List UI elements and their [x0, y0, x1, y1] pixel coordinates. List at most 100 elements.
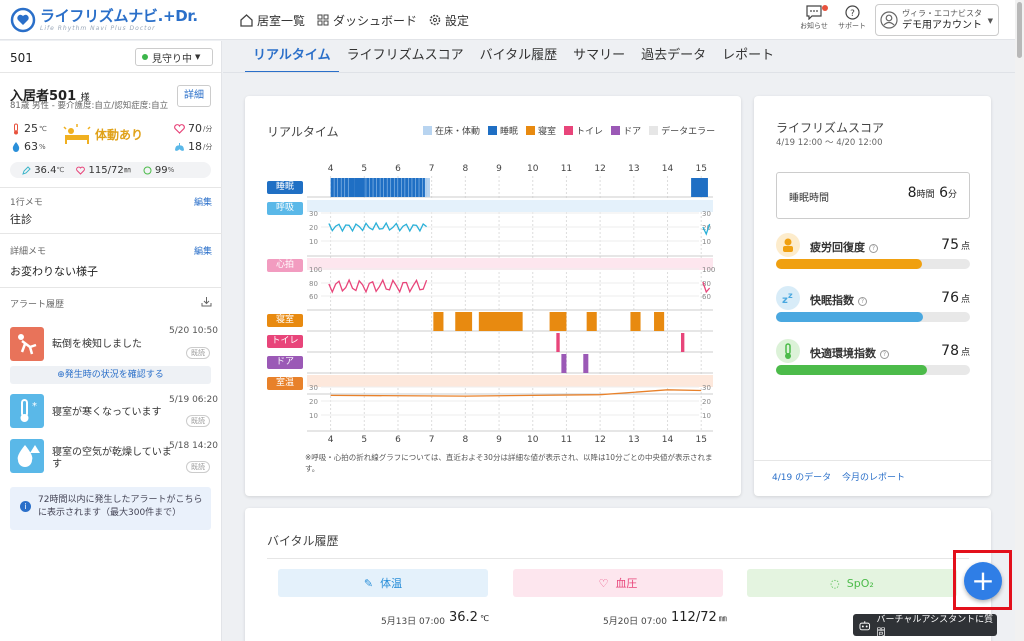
- breath-rate: 18/分: [174, 140, 212, 153]
- bedroom-block: [478, 312, 523, 331]
- user-icon: [880, 11, 898, 29]
- heart-icon: [174, 123, 185, 134]
- sleep-time-label: 睡眠時間: [789, 193, 829, 204]
- help-icon: ?: [844, 5, 860, 20]
- scale-label: 100: [309, 266, 322, 274]
- hour-tick-label: 7: [429, 164, 435, 174]
- read-badge: 既読: [186, 461, 210, 473]
- tab-vital-history[interactable]: バイタル履歴: [472, 45, 565, 73]
- info-icon: i: [20, 501, 31, 512]
- room-temp: 25 ℃: [12, 122, 47, 135]
- monthly-report-link[interactable]: 今月のレポート: [842, 470, 905, 483]
- alert-text[interactable]: 転倒を検知しました: [52, 339, 142, 351]
- toilet-block: [680, 333, 685, 352]
- notice-button[interactable]: お知らせ: [797, 5, 831, 31]
- score-value: 78 点: [941, 343, 970, 359]
- hour-tick-label: 8: [462, 164, 468, 174]
- memo2-label: 詳細メモ: [10, 247, 47, 257]
- detail-button[interactable]: 詳細: [177, 85, 211, 107]
- spo2: 99%: [143, 165, 174, 176]
- hour-tick-label: 12: [594, 164, 605, 174]
- help-icon: ?: [858, 296, 867, 306]
- gear-icon: [429, 14, 441, 26]
- alert-text[interactable]: 寝室の空気が乾燥していま す: [52, 447, 182, 471]
- nav-settings[interactable]: 設定: [429, 12, 469, 29]
- alert-history-label: アラート履歴: [10, 300, 65, 310]
- bedroom-block: [586, 312, 597, 331]
- sidebar-header: 501 見守り中 ▼: [0, 41, 221, 73]
- thermometer-icon: [776, 339, 800, 363]
- virtual-assistant-button[interactable]: バーチャルアシスタントに質問: [853, 614, 997, 638]
- vital-spo2-tab[interactable]: ◌ SpO₂: [747, 569, 957, 597]
- account-name: デモ用アカウント: [902, 20, 982, 31]
- hour-tick-label: 9: [496, 164, 502, 174]
- logo-heart-icon: [10, 7, 36, 33]
- vital-date: 5月20日 07:00: [603, 617, 667, 627]
- scale-label: 10: [309, 238, 318, 246]
- add-button[interactable]: +: [964, 562, 1002, 600]
- hour-tick-label: 15: [695, 435, 706, 445]
- caret-down-icon: ▼: [195, 53, 201, 61]
- realtime-card: リアルタイム 在床・体動 睡眠 寝室 トイレ ドア データエラー 睡眠 呼吸 心…: [245, 96, 741, 496]
- scrollbar-thumb[interactable]: [1017, 2, 1022, 58]
- scale-label: 60: [309, 293, 318, 301]
- oxygen-icon: [143, 166, 152, 174]
- scale-label: 30: [309, 210, 318, 218]
- heart-pulse-icon: ♡: [598, 576, 609, 590]
- help-icon: ?: [880, 349, 889, 359]
- humidity: 63%: [12, 140, 46, 153]
- vital-title: バイタル履歴: [267, 534, 339, 548]
- score-title: ライフリズムスコア: [776, 121, 885, 135]
- scale-label: 30: [702, 210, 711, 218]
- nav-room-list[interactable]: 居室一覧: [240, 12, 305, 29]
- app-logo[interactable]: ライフリズムナビ.+Dr. Life Rhythm Navi Plus Doct…: [10, 7, 198, 33]
- page-scrollbar[interactable]: [1015, 0, 1024, 641]
- realtime-chart: 4 4 5 5 6 6 7 7 8 8 9 9 10 10 11 11 12 12 13 13 14 14 15 15 30 30…: [307, 164, 715, 445]
- heart-line: [328, 278, 428, 294]
- toilet-block: [556, 333, 560, 352]
- alert-text[interactable]: 寝室が寒くなっています: [52, 407, 162, 419]
- scale-label: 10: [309, 412, 318, 420]
- door-block: [583, 354, 589, 373]
- water-drop-icon: [12, 142, 20, 152]
- confirm-situation-button[interactable]: ⊕発生時の状況を確認する: [10, 366, 211, 384]
- search-icon: ⊕: [57, 370, 65, 380]
- hour-tick-label: 5: [361, 435, 367, 445]
- tab-report[interactable]: レポート: [714, 45, 782, 73]
- temp-band: [307, 375, 713, 387]
- sleep-time-value: 8時間 6分: [907, 185, 957, 201]
- fall-alert-icon: [10, 327, 44, 361]
- tab-life-rhythm-score[interactable]: ライフリズムスコア: [339, 45, 472, 73]
- vital-bp-tab[interactable]: ♡ 血圧: [513, 569, 723, 597]
- vital-body-temp-tab[interactable]: ✎ 体温: [278, 569, 488, 597]
- memo2-edit-link[interactable]: 編集: [194, 244, 212, 257]
- body-temp: 36.4 ℃: [22, 165, 64, 176]
- hour-tick-label: 14: [662, 435, 674, 445]
- app-subtitle: Life Rhythm Navi Plus Doctor: [40, 24, 156, 32]
- top-bar: ライフリズムナビ.+Dr. Life Rhythm Navi Plus Doct…: [0, 0, 1024, 40]
- grid-icon: [317, 14, 329, 26]
- tab-summary[interactable]: サマリー: [565, 45, 633, 73]
- sleep-z-icon: zz: [776, 286, 800, 310]
- tab-past-data[interactable]: 過去データ: [633, 45, 714, 73]
- download-icon[interactable]: [201, 296, 212, 307]
- bedroom-block: [433, 312, 444, 331]
- oxygen-icon: ◌: [830, 576, 840, 590]
- support-button[interactable]: ? サポート: [836, 5, 868, 31]
- scale-label: 20: [309, 224, 318, 232]
- scale-label: 100: [702, 266, 715, 274]
- day-data-link[interactable]: 4/19 のデータ: [772, 470, 831, 483]
- tab-realtime[interactable]: リアルタイム: [245, 45, 339, 73]
- divider: [754, 460, 991, 461]
- help-icon: ?: [869, 243, 878, 253]
- nav-dashboard[interactable]: ダッシュボード: [317, 12, 417, 29]
- vital-summary-pill: 36.4 ℃ 115/72 ㎜ 99%: [10, 162, 211, 178]
- watch-status-select[interactable]: 見守り中 ▼: [135, 48, 213, 66]
- dry-alert-icon: [10, 439, 44, 473]
- memo1-edit-link[interactable]: 編集: [194, 195, 212, 208]
- bed-motion-icon: [63, 124, 91, 144]
- alert-time: 5/20 10:50: [169, 326, 219, 336]
- blood-pressure: 115/72 ㎜: [76, 165, 131, 176]
- account-menu[interactable]: ヴィラ・エコナビスタ デモ用アカウント ▼: [875, 4, 999, 36]
- sleep-time-box: 睡眠時間 8時間 6分: [776, 172, 970, 219]
